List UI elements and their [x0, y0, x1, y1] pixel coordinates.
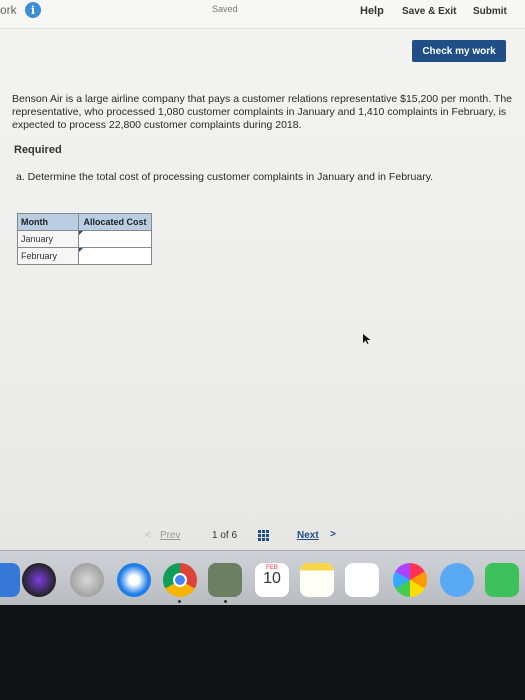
messages-icon[interactable] [440, 563, 474, 597]
siri-icon[interactable] [22, 563, 56, 597]
submit-button[interactable]: Submit [473, 6, 507, 17]
calendar-icon[interactable]: FEB 10 [255, 563, 289, 597]
prev-button[interactable]: Prev [160, 530, 181, 541]
page-indicator: 1 of 6 [212, 530, 238, 541]
pagination: < Prev 1 of 6 Next > [140, 528, 380, 546]
photo-app-icon[interactable] [208, 563, 242, 597]
chrome-icon[interactable] [163, 563, 197, 597]
check-my-work-button[interactable]: Check my work [412, 40, 506, 62]
prev-chevron-icon[interactable]: < [145, 530, 151, 541]
table-header-row: Month Allocated Cost [17, 213, 152, 231]
part-a-prompt: a. Determine the total cost of processin… [16, 171, 434, 183]
photos-icon[interactable] [393, 563, 427, 597]
reminders-icon[interactable] [345, 563, 379, 597]
macos-dock: FEB 10 [0, 550, 525, 606]
question-text: Benson Air is a large airline company th… [12, 93, 513, 131]
table-row: January [17, 230, 152, 248]
brand-text: ork [0, 3, 17, 17]
february-cost-input[interactable] [78, 247, 152, 265]
mouse-cursor-icon [363, 334, 371, 344]
allocated-cost-column-header: Allocated Cost [78, 213, 152, 231]
month-column-header: Month [17, 213, 79, 231]
top-bar: ork i Saved Help Save & Exit Submit [0, 0, 525, 29]
january-cost-input[interactable] [78, 230, 152, 248]
allocated-cost-table: Month Allocated Cost January February [17, 213, 152, 265]
laptop-bezel [0, 605, 525, 700]
required-heading: Required [14, 144, 62, 156]
next-chevron-icon[interactable]: > [330, 529, 336, 540]
grid-icon[interactable] [257, 529, 269, 541]
save-exit-button[interactable]: Save & Exit [402, 6, 456, 17]
calendar-day: 10 [263, 570, 281, 587]
table-row: February [17, 247, 152, 265]
running-indicator [178, 600, 181, 603]
facetime-icon[interactable] [485, 563, 519, 597]
next-button[interactable]: Next [297, 530, 319, 541]
browser-screen: ork i Saved Help Save & Exit Submit Chec… [0, 0, 525, 555]
help-button[interactable]: Help [360, 5, 384, 17]
notes-icon[interactable] [300, 563, 334, 597]
launchpad-icon[interactable] [70, 563, 104, 597]
february-label: February [17, 247, 79, 265]
running-indicator [224, 600, 227, 603]
info-icon[interactable]: i [25, 2, 41, 18]
january-label: January [17, 230, 79, 248]
saved-status: Saved [212, 4, 238, 14]
safari-icon[interactable] [117, 563, 151, 597]
finder-icon[interactable] [0, 563, 20, 597]
